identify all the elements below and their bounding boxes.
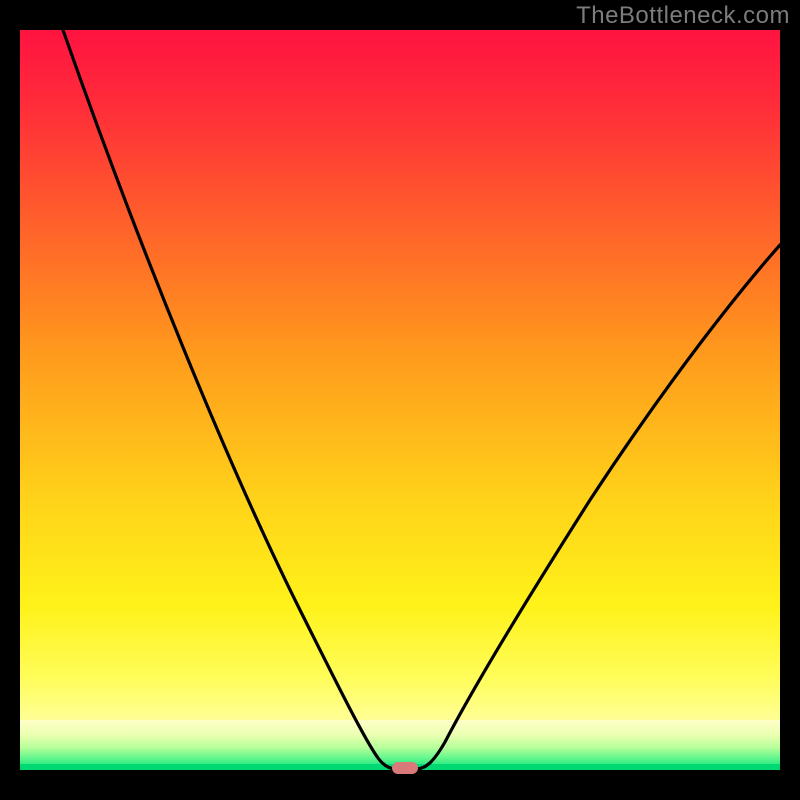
plot-area — [20, 30, 780, 770]
watermark-text: TheBottleneck.com — [576, 2, 790, 30]
optimal-point-marker — [392, 762, 418, 774]
bottleneck-chart — [0, 0, 800, 800]
chart-container: TheBottleneck.com — [0, 0, 800, 800]
